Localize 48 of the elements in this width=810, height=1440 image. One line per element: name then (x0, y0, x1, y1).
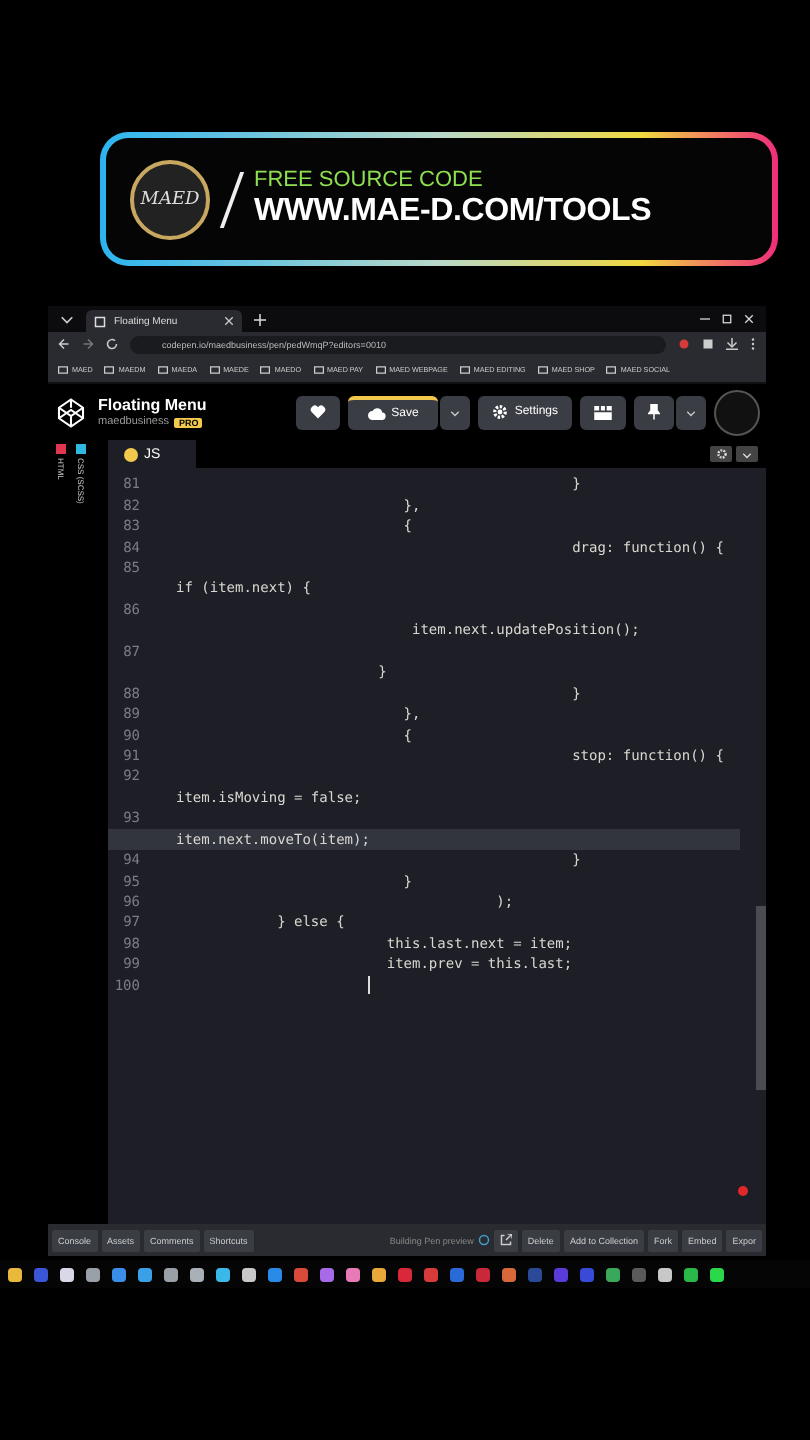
reload-icon[interactable] (106, 338, 118, 350)
caret-icon (742, 449, 752, 459)
back-icon[interactable] (58, 338, 70, 350)
collapse-button[interactable] (736, 446, 758, 462)
notification-dot (738, 1186, 748, 1196)
folder-icon (313, 365, 324, 373)
avatar[interactable] (714, 389, 760, 435)
pin-icon (648, 404, 660, 420)
layout-button[interactable] (580, 395, 626, 429)
folder-icon (537, 365, 548, 373)
extension-icon[interactable] (678, 338, 690, 350)
open-external-button[interactable] (493, 1229, 518, 1251)
text-cursor (368, 976, 370, 995)
banner-url: WWW.MAE-D.COM/TOOLS (254, 194, 652, 230)
banner-subtitle: FREE SOURCE CODE (254, 168, 485, 192)
settings-button[interactable] (710, 446, 732, 462)
folder-icon (459, 365, 470, 373)
external-link-icon (499, 1234, 512, 1246)
folder-icon (58, 365, 68, 373)
plus-icon[interactable] (254, 313, 266, 325)
maximize-icon[interactable] (722, 314, 732, 324)
cloud-icon (367, 408, 386, 420)
folder-icon (260, 365, 271, 373)
codepen-logo-icon[interactable] (56, 397, 86, 427)
folder-icon (104, 365, 115, 373)
download-icon[interactable] (726, 338, 738, 350)
settings-icon (715, 448, 727, 460)
like-button[interactable] (295, 395, 340, 429)
heart-icon (309, 404, 326, 420)
scrollbar-thumb[interactable] (756, 906, 766, 1090)
caret-icon (450, 407, 461, 417)
pen-title[interactable]: Floating Menu (98, 396, 207, 414)
caret-icon (686, 407, 696, 417)
settings-icon (492, 404, 509, 420)
menu-icon[interactable] (750, 338, 756, 350)
layout-icon (594, 405, 612, 419)
minimize-icon[interactable] (700, 314, 710, 324)
folder-icon (209, 365, 220, 373)
folder-icon (606, 365, 617, 373)
logo-badge: MAED (130, 159, 210, 239)
pin-button[interactable] (634, 395, 674, 429)
caret-icon[interactable] (60, 312, 74, 326)
folder-icon (157, 365, 168, 373)
folder-icon (375, 365, 386, 373)
close-icon[interactable] (744, 314, 754, 324)
close-icon[interactable] (224, 316, 234, 326)
forward-icon[interactable] (82, 338, 94, 350)
spinner-icon (477, 1234, 490, 1246)
